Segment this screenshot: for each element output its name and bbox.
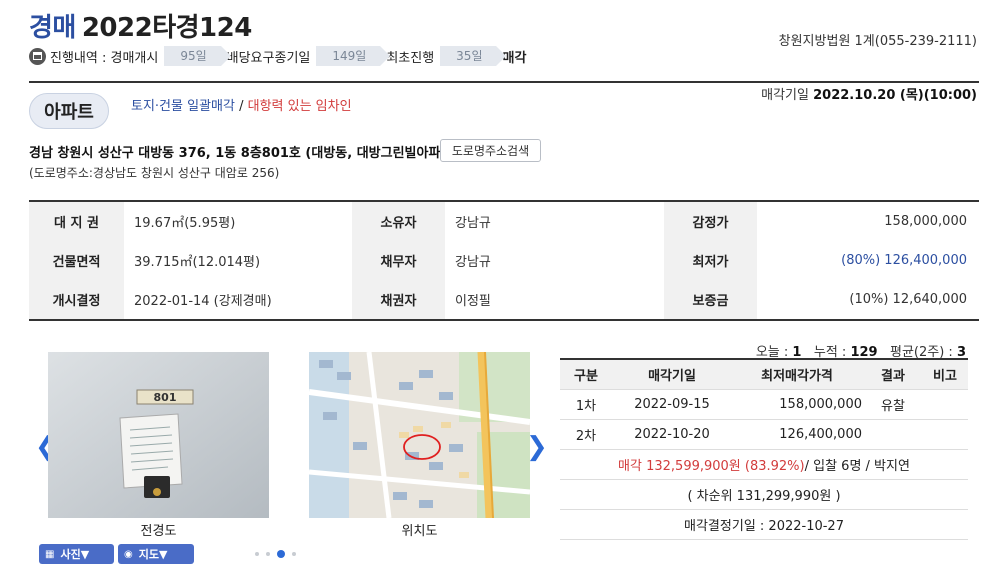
info-value: 2022-01-14 (강제경매) bbox=[134, 294, 272, 309]
decision-date-row: 매각결정기일 : 2022-10-27 bbox=[560, 510, 968, 540]
tenant-warning: 대항력 있는 임차인 bbox=[247, 99, 352, 114]
case-kind: 경매 bbox=[29, 13, 76, 43]
table-row: 1차 2022-09-15 158,000,000 유찰 bbox=[560, 390, 968, 420]
slider-dot[interactable] bbox=[255, 552, 259, 556]
road-address-search-button[interactable]: 도로명주소검색 bbox=[440, 139, 541, 162]
calendar-icon bbox=[29, 47, 46, 65]
sale-bid-info: / 입찰 6명 / 박지연 bbox=[804, 459, 910, 474]
image-slider: ❮ 801 전경도 위치도 ❯ ▦ 사진▼ ◉ 지도▼ bbox=[29, 340, 549, 572]
progress-start: 진행내역 : 경매개시 bbox=[50, 50, 159, 66]
progress-days: 149일 bbox=[316, 46, 391, 66]
second-bid: ( 차순위 131,299,990원 ) bbox=[687, 489, 841, 504]
info-row: 건물면적 39.715㎡(12.014평) 채무자 강남규 최저가 (80%) … bbox=[29, 241, 979, 280]
slider-dot[interactable] bbox=[292, 552, 296, 556]
info-label: 채권자 bbox=[352, 280, 445, 319]
property-type-badge: 아파트 bbox=[29, 93, 109, 129]
slider-dots bbox=[255, 550, 296, 558]
info-row: 대 지 권 19.67㎡(5.95평) 소유자 강남규 감정가 158,000,… bbox=[29, 202, 979, 241]
column-header: 결과 bbox=[881, 369, 905, 384]
progress-step: 최초진행 bbox=[386, 50, 435, 66]
result-cell: 유찰 bbox=[881, 399, 905, 414]
table-row: 2차 2022-10-20 126,400,000 bbox=[560, 420, 968, 450]
sale-date: 매각기일 2022.10.20 (목)(10:00) bbox=[761, 84, 977, 103]
door-number: 801 bbox=[154, 391, 177, 404]
front-view-photo[interactable]: 801 bbox=[48, 352, 269, 518]
deposit-value: (10%) 12,640,000 bbox=[849, 292, 967, 307]
info-label: 건물면적 bbox=[29, 241, 124, 280]
second-bid-row: ( 차순위 131,299,990원 ) bbox=[560, 480, 968, 510]
minimum-price-value: (80%) 126,400,000 bbox=[841, 253, 967, 268]
sale-price: 매각 132,599,900원 (83.92%) bbox=[618, 459, 805, 474]
info-label: 보증금 bbox=[664, 280, 757, 319]
info-value: 이정필 bbox=[455, 294, 491, 309]
date-cell: 2022-09-15 bbox=[634, 397, 710, 412]
progress-days: 35일 bbox=[440, 46, 507, 66]
info-row: 개시결정 2022-01-14 (강제경매) 채권자 이정필 보증금 (10%)… bbox=[29, 280, 979, 319]
table-header: 구분 매각기일 최저매각가격 결과 비고 bbox=[560, 360, 968, 390]
sale-date-value: 2022.10.20 (목)(10:00) bbox=[813, 88, 977, 103]
photo-button-label: 사진▼ bbox=[60, 548, 90, 561]
map-button-label: 지도▼ bbox=[138, 548, 168, 561]
map-pin-icon: ◉ bbox=[124, 548, 133, 560]
divider bbox=[29, 81, 979, 83]
auction-history-table: 구분 매각기일 최저매각가격 결과 비고 1차 2022-09-15 158,0… bbox=[560, 358, 968, 540]
sale-date-label: 매각기일 bbox=[761, 88, 809, 103]
progress-bar: 진행내역 : 경매개시 95일 배당요구종기일 149일 최초진행 35일 매각 bbox=[29, 46, 526, 66]
sale-result-row: 매각 132,599,900원 (83.92%) / 입찰 6명 / 박지연 bbox=[560, 450, 968, 480]
case-number: 2022타경124 bbox=[81, 13, 252, 43]
progress-days: 95일 bbox=[164, 46, 232, 66]
case-title: 경매 2022타경124 bbox=[29, 7, 252, 44]
info-value: 강남규 bbox=[455, 255, 491, 270]
grid-icon: ▦ bbox=[45, 548, 55, 560]
column-header: 매각기일 bbox=[648, 369, 696, 384]
price-cell: 126,400,000 bbox=[779, 427, 862, 442]
date-cell: 2022-10-20 bbox=[634, 427, 710, 442]
column-header: 비고 bbox=[933, 369, 957, 384]
appraisal-value: 158,000,000 bbox=[884, 214, 967, 229]
note-separator: / bbox=[234, 99, 248, 114]
photo-dropdown-button[interactable]: ▦ 사진▼ bbox=[39, 544, 114, 564]
court-info: 창원지방법원 1계(055-239-2111) bbox=[778, 34, 977, 49]
info-label: 감정가 bbox=[664, 202, 757, 241]
round-cell: 2차 bbox=[575, 429, 597, 444]
info-value: 강남규 bbox=[455, 216, 491, 231]
price-cell: 158,000,000 bbox=[779, 397, 862, 412]
slider-dot-active[interactable] bbox=[277, 550, 285, 558]
column-header: 구분 bbox=[574, 369, 598, 384]
bulk-sale-note: 토지·건물 일괄매각 bbox=[131, 99, 235, 114]
column-header: 최저매각가격 bbox=[761, 369, 833, 384]
info-label: 개시결정 bbox=[29, 280, 124, 319]
property-address: 경남 창원시 성산구 대방동 376, 1동 8층801호 (대방동, 대방그린… bbox=[29, 146, 459, 161]
slider-dot[interactable] bbox=[266, 552, 270, 556]
progress-step: 배당요구종기일 bbox=[226, 50, 311, 66]
info-value: 19.67㎡(5.95평) bbox=[134, 216, 236, 231]
front-view-caption: 전경도 bbox=[140, 524, 177, 539]
info-table: 대 지 권 19.67㎡(5.95평) 소유자 강남규 감정가 158,000,… bbox=[29, 200, 979, 321]
map-dropdown-button[interactable]: ◉ 지도▼ bbox=[118, 544, 194, 564]
info-label: 소유자 bbox=[352, 202, 445, 241]
round-cell: 1차 bbox=[575, 399, 597, 414]
property-notes: 토지·건물 일괄매각 / 대항력 있는 임차인 bbox=[131, 95, 352, 114]
info-label: 최저가 bbox=[664, 241, 757, 280]
slider-next-arrow[interactable]: ❯ bbox=[526, 432, 548, 462]
sale-result: 매각 132,599,900원 (83.92%) / 입찰 6명 / 박지연 bbox=[560, 455, 968, 474]
info-label: 채무자 bbox=[352, 241, 445, 280]
info-label: 대 지 권 bbox=[29, 202, 124, 241]
location-map[interactable] bbox=[309, 352, 530, 518]
info-value: 39.715㎡(12.014평) bbox=[134, 255, 261, 270]
road-address: (도로명주소:경상남도 창원시 성산구 대암로 256) bbox=[29, 166, 280, 180]
decision-date: 매각결정기일 : 2022-10-27 bbox=[684, 519, 844, 534]
location-map-caption: 위치도 bbox=[401, 524, 438, 539]
